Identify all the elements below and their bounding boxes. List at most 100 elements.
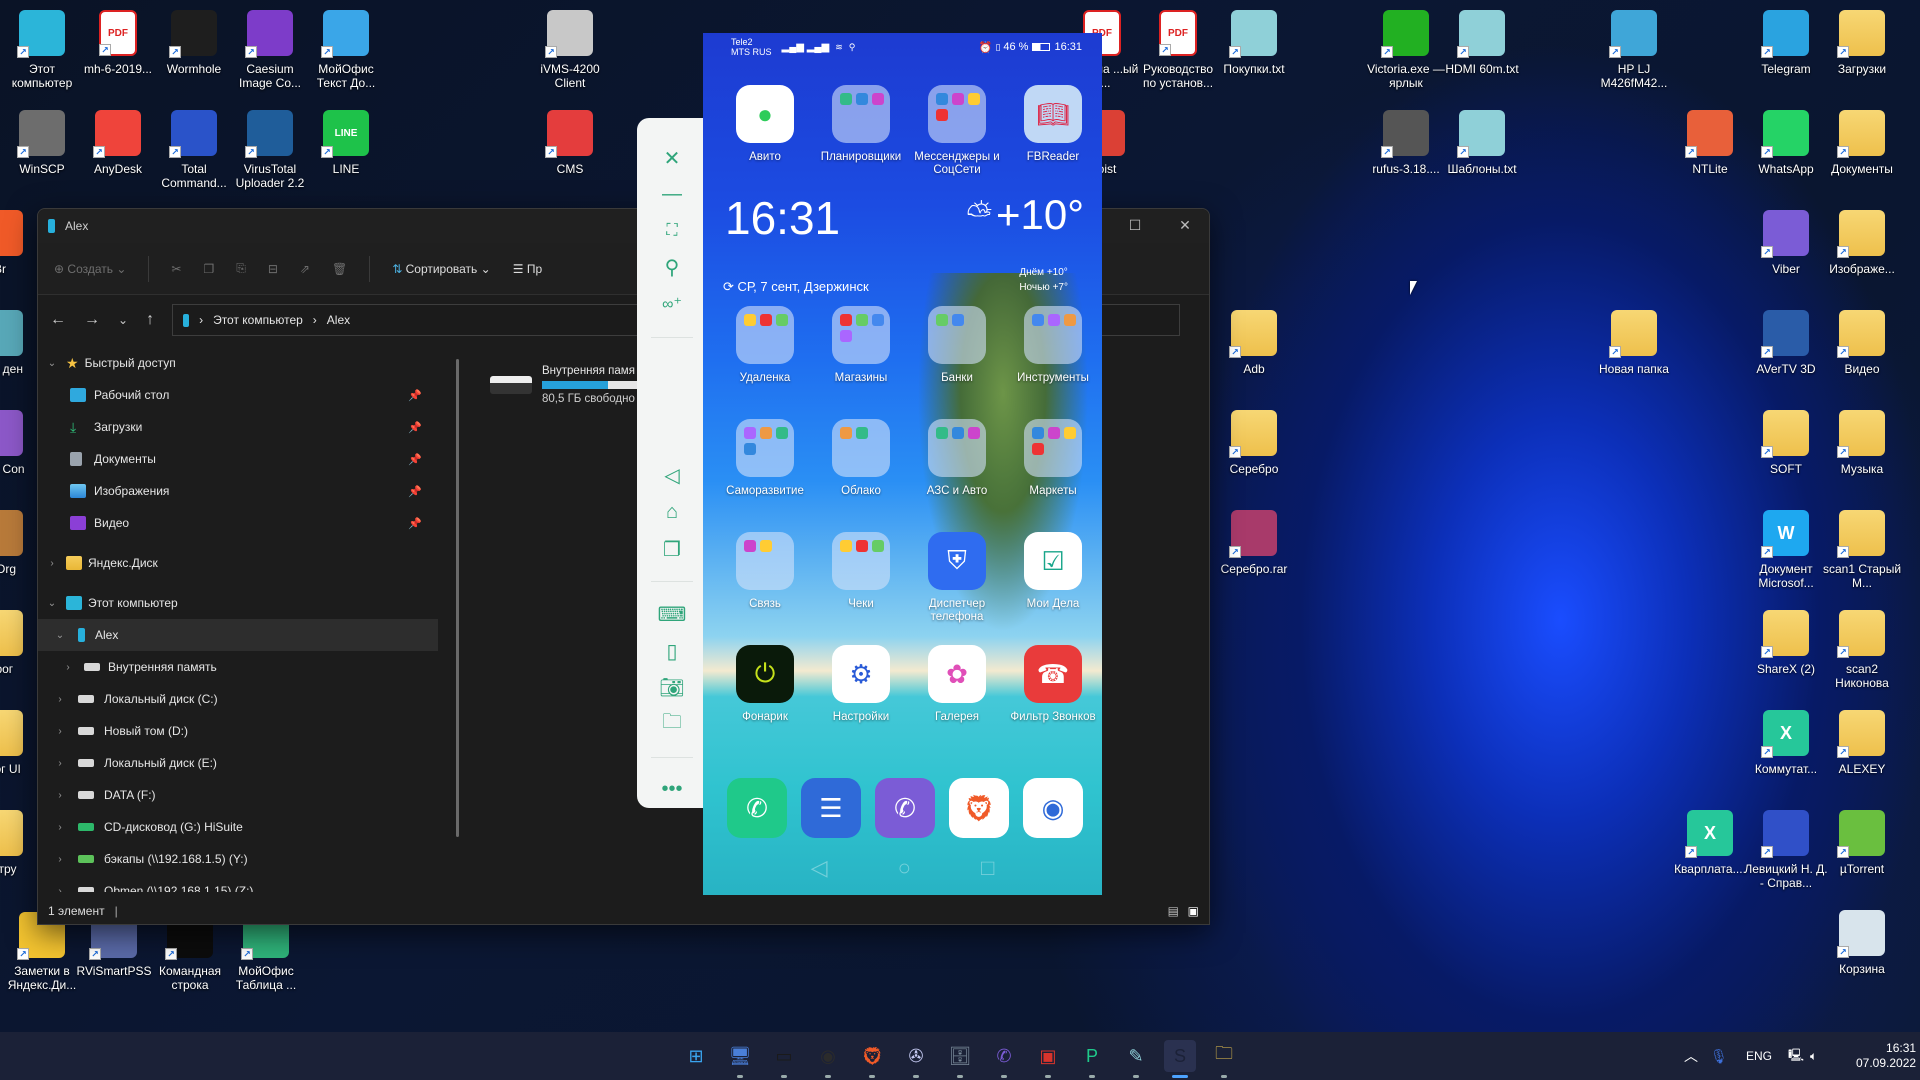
desktop-icon[interactable]: ↗ Видео	[1820, 310, 1904, 376]
phone-screen-mirror[interactable]: Tele2 MTS RUS ▂▄▆ ▂▄▆ ≋ ⚲ ⏰ ▯ 46 % 16:31…	[703, 33, 1102, 895]
share-button[interactable]: ⇗	[300, 262, 310, 276]
back-triangle-icon[interactable]: ◁	[811, 855, 828, 881]
chevron-down-icon[interactable]: ⌄	[52, 630, 68, 641]
nav-drive[interactable]: › Новый том (D:)	[38, 715, 458, 747]
more-button[interactable]: •••	[652, 771, 692, 808]
taskbar-start-icon[interactable]: ⊞	[680, 1040, 712, 1072]
desktop-icon[interactable]: ↗ R Org	[0, 510, 42, 576]
desktop-icon[interactable]: ↗ Сотру	[0, 810, 42, 876]
app-icon[interactable]: ⚙ Настройки	[813, 645, 909, 724]
nav-drive[interactable]: › Локальный диск (E:)	[38, 747, 458, 779]
desktop-icon[interactable]: W ↗ Документ Microsof...	[1744, 510, 1828, 590]
desktop-icon[interactable]: PDF ↗ mh-6-2019...	[76, 10, 160, 76]
nav-device-alex[interactable]: ⌄ Alex	[38, 619, 438, 651]
pin-icon[interactable]: 📌	[408, 453, 422, 466]
app-folder[interactable]: Маркеты	[1005, 419, 1101, 498]
desktop-icon[interactable]: ↗ Wormhole	[152, 10, 236, 76]
app-icon[interactable]: ☑ Мои Дела	[1005, 532, 1101, 611]
tiles-view-button[interactable]: ▣	[1188, 904, 1199, 918]
desktop-icon[interactable]: ↗ ShareX (2)	[1744, 610, 1828, 676]
back-nav-button[interactable]: ◁	[652, 458, 692, 495]
app-icon[interactable]: ⛨ Диспетчер телефона	[909, 532, 1005, 624]
sort-button[interactable]: ⇅ Сортировать ⌄	[392, 262, 491, 276]
dock-camera[interactable]: ◉	[1021, 778, 1085, 838]
recents-square-icon[interactable]: □	[981, 855, 994, 881]
nav-pinned-documents[interactable]: Документы 📌	[38, 443, 458, 475]
nav-pinned-pictures[interactable]: Изображения 📌	[38, 475, 458, 507]
desktop-icon[interactable]: ↗ scan2 Никонова	[1820, 610, 1904, 690]
delete-button[interactable]: 🗑	[332, 262, 347, 276]
up-button[interactable]: ↑	[146, 311, 154, 329]
back-button[interactable]: ←	[50, 311, 66, 329]
taskbar-brave-icon[interactable]: 🦁︎	[856, 1040, 888, 1078]
desktop-icon[interactable]: ↗ HDMI 60m.txt	[1440, 10, 1524, 76]
app-folder[interactable]: Связь	[717, 532, 813, 611]
breadcrumb-alex[interactable]: Alex	[327, 313, 350, 327]
details-view-button[interactable]: ▤	[1168, 904, 1179, 918]
clock-widget[interactable]: 16:31	[725, 191, 840, 245]
paste-button[interactable]: ⎘	[236, 261, 246, 276]
taskbar-remote-app-icon[interactable]: ▣	[1032, 1040, 1064, 1078]
app-folder[interactable]: Саморазвитие	[717, 419, 813, 498]
desktop-icon[interactable]: X ↗ Коммутат...	[1744, 710, 1828, 776]
desktop-icon[interactable]: ↗ Br	[0, 210, 42, 276]
chevron-right-icon[interactable]: ›	[44, 558, 60, 569]
desktop-icon[interactable]: ↗ Левицкий Н. Д. - Справ...	[1744, 810, 1828, 890]
app-folder[interactable]: Облако	[813, 419, 909, 498]
nav-drive[interactable]: › CD-дисковод (G:) HiSuite	[38, 811, 458, 843]
nav-scrollbar[interactable]	[456, 359, 459, 837]
desktop-icon[interactable]: ↗ CMS	[528, 110, 612, 176]
taskbar-file-explorer-icon[interactable]: 🗀	[1208, 1040, 1240, 1078]
app-folder[interactable]: Удаленка	[717, 306, 813, 385]
pin-icon[interactable]: 📌	[408, 485, 422, 498]
app-icon[interactable]: ☎ Фильтр Звонков	[1005, 645, 1101, 724]
desktop-icon[interactable]: ↗ Серебро	[1212, 410, 1296, 476]
app-icon[interactable]: ⏻ Фонарик	[717, 645, 813, 724]
dock-messages[interactable]: ☰	[799, 778, 863, 838]
taskbar-notepad-icon[interactable]: ✎	[1120, 1040, 1152, 1078]
nav-yandex-disk[interactable]: › Яндекс.Диск	[38, 547, 458, 579]
desktop-icon[interactable]: ↗ Шаблоны.txt	[1440, 110, 1524, 176]
chevron-down-icon[interactable]: ⌄	[44, 358, 60, 369]
desktop-icon[interactable]: ↗ ALEXEY	[1820, 710, 1904, 776]
cut-button[interactable]: ✂	[171, 262, 181, 276]
desktop-icon[interactable]: ↗ rufus-3.18....	[1364, 110, 1448, 176]
desktop-icon[interactable]: ↗ Загрузки	[1820, 10, 1904, 76]
app-icon[interactable]: 📖︎ FBReader	[1005, 85, 1101, 164]
chevron-right-icon[interactable]: ›	[52, 886, 68, 893]
desktop-icon[interactable]: ↗ iVMS-4200 Client	[528, 10, 612, 90]
desktop-icon[interactable]: ↗ WinSCP	[0, 110, 84, 176]
rename-button[interactable]: ⊟	[268, 262, 278, 276]
app-folder[interactable]: Инструменты	[1005, 306, 1101, 385]
nav-drive[interactable]: › бэкапы (\\192.168.1.5) (Y:)	[38, 843, 458, 875]
app-folder[interactable]: Банки	[909, 306, 1005, 385]
desktop-icon[interactable]: PDF ↗ Руководство по установ...	[1136, 10, 1220, 90]
nav-drive[interactable]: › Obmen (\\192.168.1.15) (Z:)	[38, 875, 458, 892]
nav-drive[interactable]: › Локальный диск (C:)	[38, 683, 458, 715]
nav-pinned-videos[interactable]: Видео 📌	[38, 507, 458, 539]
taskbar-wormhole-icon[interactable]: S	[1164, 1040, 1196, 1078]
recents-nav-button[interactable]: ❐	[652, 531, 692, 568]
app-folder[interactable]: Мессенджеры и СоцСети	[909, 85, 1005, 177]
desktop-icon[interactable]: ↗ Покупки.txt	[1212, 10, 1296, 76]
desktop-icon[interactable]: ↗ Прог UI	[0, 710, 42, 776]
desktop-icon[interactable]: ↗ Telegram	[1744, 10, 1828, 76]
dock-brave[interactable]: 🦁︎	[947, 778, 1011, 838]
maximize-button[interactable]: ☐	[1125, 217, 1145, 235]
microphone-icon[interactable]: 🎙︎	[1710, 1048, 1746, 1065]
desktop-icon[interactable]: ↗ Новая папка	[1592, 310, 1676, 376]
app-folder[interactable]: Чеки	[813, 532, 909, 611]
breadcrumb-this-pc[interactable]: Этот компьютер	[213, 313, 303, 327]
desktop-icon[interactable]: ↗ Этот компьютер	[0, 10, 84, 90]
pin-icon[interactable]: 📌	[408, 389, 422, 402]
taskbar-file-manager-icon[interactable]: 🗄︎	[944, 1040, 976, 1078]
dock-viber[interactable]: ✆	[873, 778, 937, 838]
desktop-icon[interactable]: ↗ µTorrent	[1820, 810, 1904, 876]
desktop-icon[interactable]: ↗ NTLite	[1668, 110, 1752, 176]
chevron-right-icon[interactable]: ›	[60, 662, 76, 673]
recent-locations-button[interactable]: ⌄	[118, 313, 128, 327]
nav-pinned-desktop[interactable]: Рабочий стол 📌	[38, 379, 458, 411]
minimize-mirror-button[interactable]: —	[652, 177, 692, 214]
dock-phone[interactable]: ✆	[725, 778, 789, 838]
home-nav-button[interactable]: ⌂	[652, 494, 692, 531]
